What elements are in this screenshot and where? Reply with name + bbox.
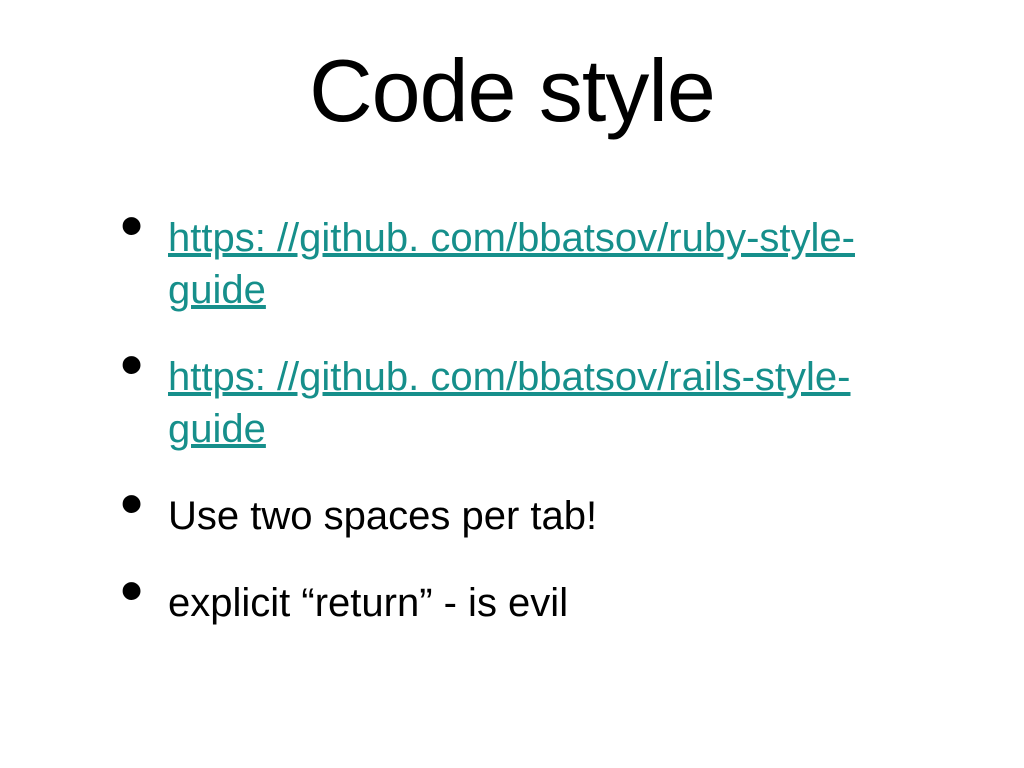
bullet-text: Use two spaces per tab! <box>168 494 597 538</box>
bullet-list: https: //github. com/bbatsov/ruby-style-… <box>90 212 934 629</box>
list-item: explicit “return” - is evil <box>120 577 934 629</box>
list-item: https: //github. com/bbatsov/ruby-style-… <box>120 212 934 316</box>
slide-title: Code style <box>90 40 934 142</box>
slide-container: Code style https: //github. com/bbatsov/… <box>0 0 1024 768</box>
rails-style-guide-link[interactable]: https: //github. com/bbatsov/rails-style… <box>168 355 851 451</box>
bullet-text: explicit “return” - is evil <box>168 581 568 625</box>
list-item: Use two spaces per tab! <box>120 490 934 542</box>
list-item: https: //github. com/bbatsov/rails-style… <box>120 351 934 455</box>
ruby-style-guide-link[interactable]: https: //github. com/bbatsov/ruby-style-… <box>168 216 855 312</box>
